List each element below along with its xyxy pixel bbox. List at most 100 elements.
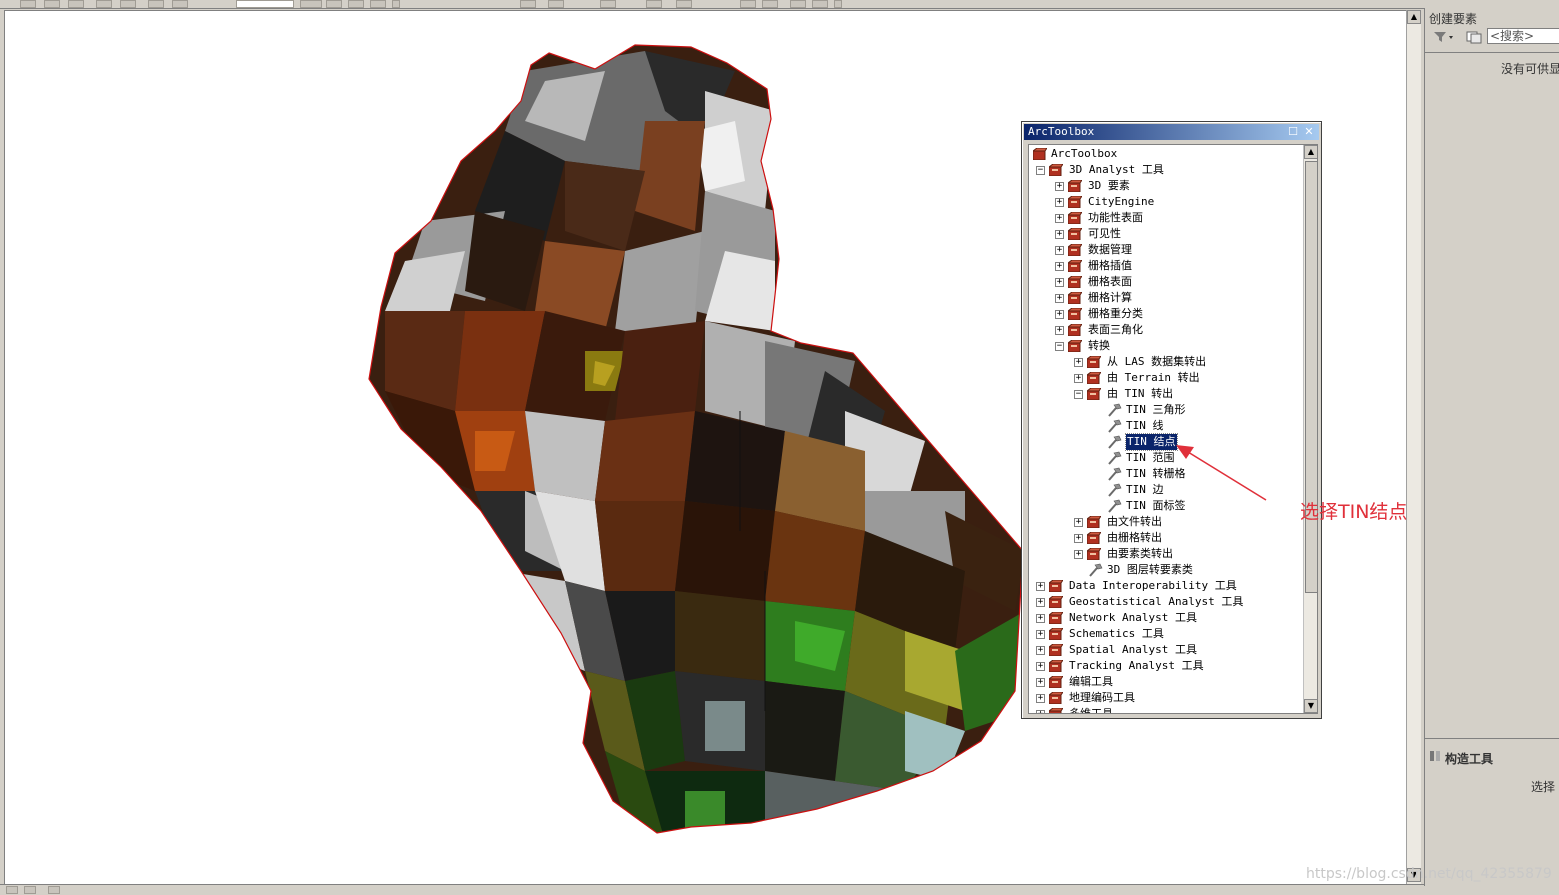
status-button[interactable] <box>24 886 36 894</box>
tree-item[interactable]: + Schematics 工具 <box>1029 626 1301 642</box>
filter-icon[interactable] <box>1433 30 1455 46</box>
tree-item[interactable]: + 栅格插值 <box>1029 258 1301 274</box>
expand-icon[interactable]: + <box>1055 230 1064 239</box>
tree-item[interactable]: + Tracking Analyst 工具 <box>1029 658 1301 674</box>
tree-item[interactable]: + 多维工具 <box>1029 706 1301 713</box>
tree-item[interactable]: − 由 TIN 转出 <box>1029 386 1301 402</box>
expand-icon[interactable]: + <box>1036 678 1045 687</box>
tree-item[interactable]: + 栅格计算 <box>1029 290 1301 306</box>
toolbar-button[interactable] <box>326 0 342 8</box>
expand-icon[interactable]: + <box>1036 630 1045 639</box>
tree-item[interactable]: + 数据管理 <box>1029 242 1301 258</box>
expand-icon[interactable]: + <box>1055 262 1064 271</box>
toolbar-button[interactable] <box>676 0 692 8</box>
tree-item[interactable]: TIN 转栅格 <box>1029 466 1301 482</box>
tree-item[interactable]: TIN 三角形 <box>1029 402 1301 418</box>
tree-item[interactable]: + Spatial Analyst 工具 <box>1029 642 1301 658</box>
expand-icon[interactable]: + <box>1055 310 1064 319</box>
tree-item[interactable]: + 地理编码工具 <box>1029 690 1301 706</box>
toolbar-button[interactable] <box>68 0 84 8</box>
tree-item[interactable]: + Data Interoperability 工具 <box>1029 578 1301 594</box>
toolbar-button[interactable] <box>548 0 564 8</box>
toolbar-button[interactable] <box>812 0 828 8</box>
scroll-down-icon[interactable]: ▼ <box>1304 699 1317 713</box>
scale-dropdown[interactable] <box>236 0 294 8</box>
tree-item[interactable]: + 栅格表面 <box>1029 274 1301 290</box>
toolbar-dropdown[interactable] <box>392 0 400 8</box>
maximize-icon[interactable]: ☐ <box>1286 125 1300 138</box>
toolbar-button[interactable] <box>300 0 322 8</box>
collapse-icon[interactable]: − <box>1055 342 1064 351</box>
close-icon[interactable]: ✕ <box>1302 125 1316 138</box>
expand-icon[interactable]: + <box>1055 278 1064 287</box>
tree-item[interactable]: + 编辑工具 <box>1029 674 1301 690</box>
tree-item[interactable]: + 表面三角化 <box>1029 322 1301 338</box>
search-input[interactable]: <搜索> <box>1487 28 1559 44</box>
expand-icon[interactable]: + <box>1074 358 1083 367</box>
scroll-thumb[interactable] <box>1305 161 1317 593</box>
expand-icon[interactable]: + <box>1055 246 1064 255</box>
scroll-up-icon[interactable]: ▲ <box>1304 145 1317 159</box>
expand-icon[interactable]: + <box>1036 646 1045 655</box>
toolbar-dropdown[interactable] <box>834 0 842 8</box>
tree-item[interactable]: + 栅格重分类 <box>1029 306 1301 322</box>
expand-icon[interactable]: + <box>1074 550 1083 559</box>
map-vertical-scrollbar[interactable]: ▲ ▼ <box>1406 10 1421 884</box>
expand-icon[interactable]: + <box>1055 326 1064 335</box>
tree-item[interactable]: + 由要素类转出 <box>1029 546 1301 562</box>
tree-item[interactable]: + 从 LAS 数据集转出 <box>1029 354 1301 370</box>
tree-item[interactable]: TIN 边 <box>1029 482 1301 498</box>
toolbar-button[interactable] <box>520 0 536 8</box>
tree-item[interactable]: + Network Analyst 工具 <box>1029 610 1301 626</box>
expand-icon[interactable]: + <box>1055 182 1064 191</box>
toolbar-button[interactable] <box>646 0 662 8</box>
expand-icon[interactable]: + <box>1055 198 1064 207</box>
toolbar-button[interactable] <box>120 0 136 8</box>
toolbar-button[interactable] <box>370 0 386 8</box>
tree-item[interactable]: 3D 图层转要素类 <box>1029 562 1301 578</box>
expand-icon[interactable]: + <box>1074 374 1083 383</box>
collapse-icon[interactable]: − <box>1074 390 1083 399</box>
scroll-up-icon[interactable]: ▲ <box>1407 10 1421 24</box>
toolbar-button[interactable] <box>740 0 756 8</box>
tree-vertical-scrollbar[interactable]: ▲ ▼ <box>1303 145 1317 713</box>
toolbar-button[interactable] <box>600 0 616 8</box>
expand-icon[interactable]: + <box>1036 614 1045 623</box>
tree-item[interactable]: + 功能性表面 <box>1029 210 1301 226</box>
tree-item[interactable]: − 转换 <box>1029 338 1301 354</box>
toolbar-button[interactable] <box>348 0 364 8</box>
tree-item[interactable]: TIN 线 <box>1029 418 1301 434</box>
toolbar-button[interactable] <box>172 0 188 8</box>
toolbar-button[interactable] <box>44 0 60 8</box>
expand-icon[interactable]: + <box>1074 534 1083 543</box>
expand-icon[interactable]: + <box>1036 662 1045 671</box>
toolbar-button[interactable] <box>96 0 112 8</box>
status-button[interactable] <box>48 886 60 894</box>
expand-icon[interactable]: + <box>1074 518 1083 527</box>
tree-item[interactable]: +3D 要素 <box>1029 178 1301 194</box>
expand-icon[interactable]: + <box>1036 582 1045 591</box>
expand-icon[interactable]: + <box>1036 694 1045 703</box>
expand-icon[interactable]: + <box>1036 710 1045 713</box>
status-button[interactable] <box>6 886 18 894</box>
tree-item[interactable]: − 3D Analyst 工具 <box>1029 162 1301 178</box>
tree-item[interactable]: + Geostatistical Analyst 工具 <box>1029 594 1301 610</box>
toolbar-button[interactable] <box>148 0 164 8</box>
tree-item[interactable]: + 由栅格转出 <box>1029 530 1301 546</box>
expand-icon[interactable]: + <box>1055 294 1064 303</box>
toolbar-button[interactable] <box>790 0 806 8</box>
expand-icon[interactable]: + <box>1055 214 1064 223</box>
tree-item[interactable]: + 可见性 <box>1029 226 1301 242</box>
tree-item[interactable]: + 由 Terrain 转出 <box>1029 370 1301 386</box>
organize-templates-icon[interactable] <box>1465 30 1483 46</box>
arctoolbox-titlebar[interactable]: ArcToolbox ☐ ✕ <box>1024 124 1319 140</box>
tree-item[interactable]: TIN 结点 <box>1029 433 1301 451</box>
tree-item[interactable]: + CityEngine <box>1029 194 1301 210</box>
tree-item[interactable]: TIN 范围 <box>1029 450 1301 466</box>
tree-item[interactable]: + 由文件转出 <box>1029 514 1301 530</box>
expand-icon[interactable]: + <box>1036 598 1045 607</box>
toolbar-button[interactable] <box>762 0 778 8</box>
collapse-icon[interactable]: − <box>1036 166 1045 175</box>
toolbar-button[interactable] <box>20 0 36 8</box>
tree-item[interactable]: TIN 面标签 <box>1029 498 1301 514</box>
